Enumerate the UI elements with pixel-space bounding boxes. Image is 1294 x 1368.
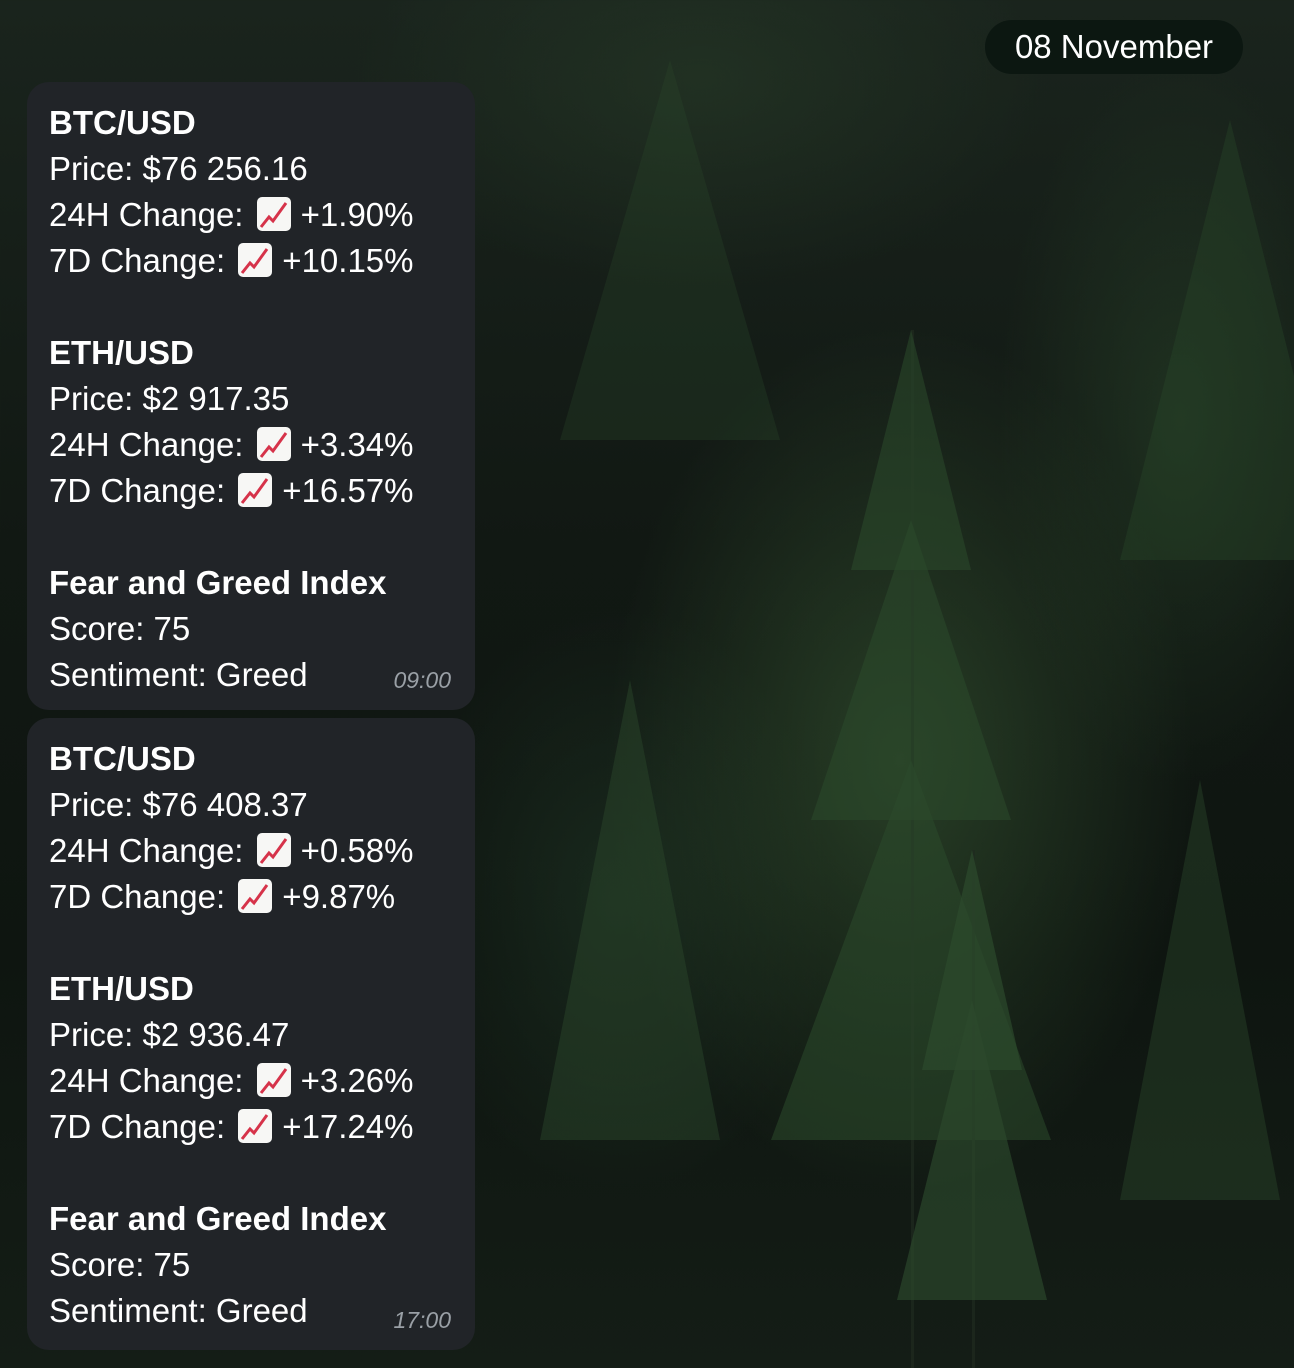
change-24h-line: 24H Change: +3.26%	[49, 1058, 453, 1104]
index-title: Fear and Greed Index	[49, 1200, 387, 1237]
sentiment-line: Sentiment: Greed	[49, 1292, 308, 1329]
chart-increasing-icon	[238, 473, 273, 507]
message-bubble[interactable]: BTC/USD Price: $76 256.16 24H Change: +1…	[27, 82, 475, 710]
pair-title: ETH/USD	[49, 334, 194, 371]
change-label: 24H Change:	[49, 832, 244, 869]
btc-block: BTC/USD Price: $76 408.37 24H Change: +0…	[49, 736, 453, 920]
price-line: Price: $2 936.47	[49, 1016, 290, 1053]
change-7d-line: 7D Change: +17.24%	[49, 1104, 453, 1150]
change-value: +1.90%	[300, 196, 414, 233]
change-value: +17.24%	[282, 1108, 414, 1145]
pair-title: BTC/USD	[49, 740, 196, 777]
score-line: Score: 75	[49, 1246, 191, 1283]
change-value: +16.57%	[282, 472, 414, 509]
eth-block: ETH/USD Price: $2 936.47 24H Change: +3.…	[49, 966, 453, 1150]
pair-title: ETH/USD	[49, 970, 194, 1007]
change-7d-line: 7D Change: +16.57%	[49, 468, 453, 514]
index-title: Fear and Greed Index	[49, 564, 387, 601]
change-label: 7D Change:	[49, 1108, 226, 1145]
change-7d-line: 7D Change: +10.15%	[49, 238, 453, 284]
change-value: +3.34%	[300, 426, 414, 463]
change-label: 7D Change:	[49, 472, 226, 509]
price-line: Price: $76 408.37	[49, 786, 308, 823]
chart-increasing-icon	[256, 427, 291, 461]
change-24h-line: 24H Change: +3.34%	[49, 422, 453, 468]
chart-increasing-icon	[256, 1063, 291, 1097]
date-label: 08 November	[1014, 28, 1214, 65]
change-24h-line: 24H Change: +1.90%	[49, 192, 453, 238]
date-separator: 08 November	[985, 20, 1243, 74]
change-value: +0.58%	[300, 832, 414, 869]
message-time: 17:00	[393, 1307, 451, 1333]
message-bubble[interactable]: BTC/USD Price: $76 408.37 24H Change: +0…	[27, 718, 475, 1350]
pair-title: BTC/USD	[49, 104, 196, 141]
message-time: 09:00	[393, 667, 451, 693]
change-24h-line: 24H Change: +0.58%	[49, 828, 453, 874]
change-label: 7D Change:	[49, 242, 226, 279]
fear-greed-block: Fear and Greed Index Score: 75 Sentiment…	[49, 560, 453, 698]
change-7d-line: 7D Change: +9.87%	[49, 874, 453, 920]
change-label: 7D Change:	[49, 878, 226, 915]
chart-increasing-icon	[238, 879, 273, 913]
change-label: 24H Change:	[49, 1062, 244, 1099]
chart-increasing-icon	[238, 243, 273, 277]
price-line: Price: $76 256.16	[49, 150, 308, 187]
chart-increasing-icon	[256, 197, 291, 231]
chart-increasing-icon	[256, 833, 291, 867]
chart-increasing-icon	[238, 1109, 273, 1143]
price-line: Price: $2 917.35	[49, 380, 290, 417]
btc-block: BTC/USD Price: $76 256.16 24H Change: +1…	[49, 100, 453, 284]
score-line: Score: 75	[49, 610, 191, 647]
change-value: +3.26%	[300, 1062, 414, 1099]
fear-greed-block: Fear and Greed Index Score: 75 Sentiment…	[49, 1196, 453, 1334]
change-label: 24H Change:	[49, 196, 244, 233]
eth-block: ETH/USD Price: $2 917.35 24H Change: +3.…	[49, 330, 453, 514]
change-value: +10.15%	[282, 242, 414, 279]
change-label: 24H Change:	[49, 426, 244, 463]
change-value: +9.87%	[282, 878, 396, 915]
sentiment-line: Sentiment: Greed	[49, 656, 308, 693]
